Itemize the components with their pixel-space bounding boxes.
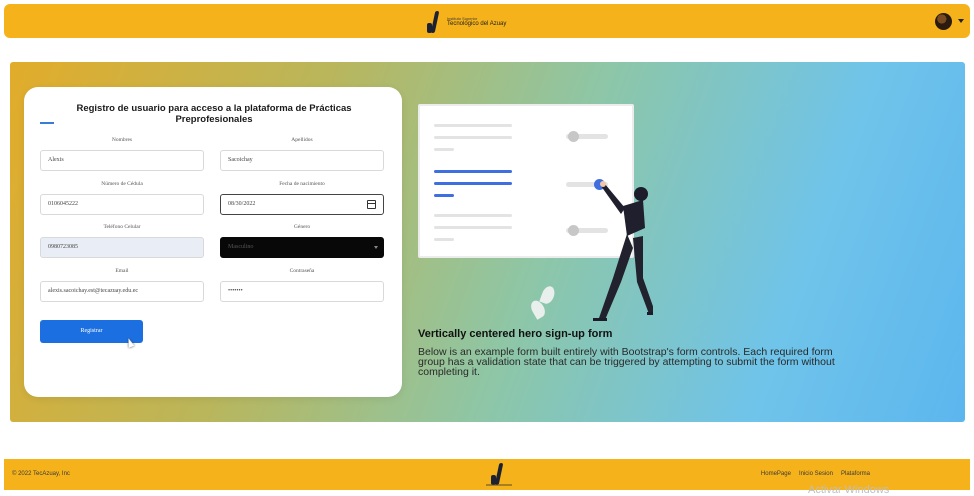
select-arrow-icon <box>374 246 378 249</box>
email-input[interactable]: alexis.sacoichay.est@tecazuay.edu.ec <box>40 281 204 302</box>
registration-form-card: Registro de usuario para acceso a la pla… <box>24 87 402 397</box>
genero-label: Género <box>293 224 311 230</box>
top-navbar: Instituto Superior Tecnológico del Azuay <box>4 4 970 38</box>
fecha-nacimiento-input[interactable]: 08/30/2022 <box>220 194 384 215</box>
footer-logo[interactable] <box>486 462 512 488</box>
footer-link-plataforma[interactable]: Plataforma <box>841 471 870 477</box>
user-avatar[interactable] <box>935 13 952 30</box>
contrasena-label: Contraseña <box>289 268 315 274</box>
brand-logo[interactable]: Instituto Superior Tecnológico del Azuay <box>427 11 506 33</box>
password-input[interactable]: ••••••• <box>220 281 384 302</box>
genero-select[interactable]: Masculino <box>220 237 384 258</box>
fecha-label: Fecha de nacimiento <box>279 181 325 187</box>
hero-illustration <box>418 104 668 324</box>
cedula-input[interactable]: 0106045222 <box>40 194 204 215</box>
chevron-down-icon[interactable] <box>958 19 964 23</box>
apellidos-input[interactable]: Sacoichay <box>220 150 384 171</box>
footer-link-homepage[interactable]: HomePage <box>761 471 791 477</box>
footer-logo-icon <box>491 463 507 485</box>
fecha-value: 08/30/2022 <box>228 201 256 207</box>
footer-links: HomePage Inicio Sesion Plataforma <box>761 471 870 477</box>
genero-value: Masculino <box>228 244 254 250</box>
email-label: Email <box>115 268 129 274</box>
person-illustration <box>593 181 653 321</box>
brand-text: Instituto Superior Tecnológico del Azuay <box>447 17 507 28</box>
nombres-input[interactable]: Alexis <box>40 150 204 171</box>
telefono-input[interactable]: 0980723085 <box>40 237 204 258</box>
cedula-label: Número de Cédula <box>101 181 143 187</box>
footer-link-inicio-sesion[interactable]: Inicio Sesion <box>799 471 833 477</box>
brand-main-text: Tecnológico del Azuay <box>447 21 507 27</box>
hero-title: Vertically centered hero sign-up form <box>418 328 613 340</box>
windows-activation-watermark: Activar Windows <box>808 484 890 496</box>
hero-description: Below is an example form built entirely … <box>418 346 835 378</box>
form-title: Registro de usuario para acceso a la pla… <box>76 103 352 125</box>
nombres-label: Nombres <box>111 137 133 143</box>
title-accent-line <box>40 122 54 124</box>
apellidos-label: Apellidos <box>291 137 313 143</box>
logo-icon <box>427 11 443 33</box>
calendar-icon[interactable] <box>367 200 376 209</box>
telefono-label: Teléfono Celular <box>103 224 141 230</box>
copyright-text: © 2022 TecAzuay, Inc <box>12 471 70 477</box>
